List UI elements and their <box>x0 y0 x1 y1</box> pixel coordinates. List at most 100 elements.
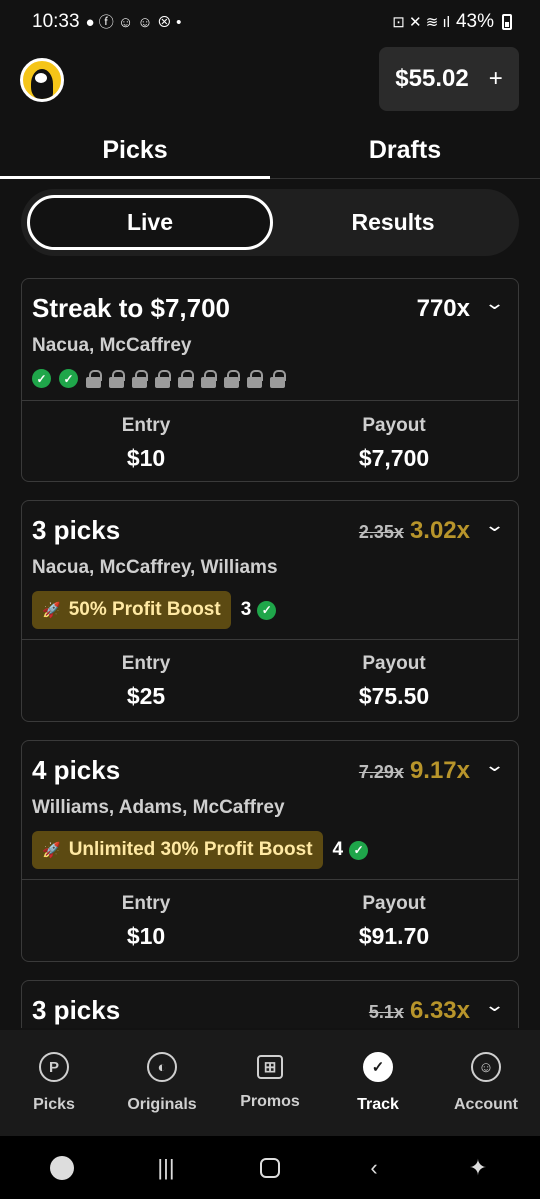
tab-drafts[interactable]: Drafts <box>270 126 540 178</box>
check-icon: ✓ <box>59 369 78 388</box>
home-button[interactable] <box>250 1157 290 1178</box>
segment-results[interactable]: Results <box>273 195 513 250</box>
entries-list[interactable]: Streak to $7,700 770x ⌄ Nacua, McCaffrey… <box>0 276 540 1028</box>
payout-label: Payout <box>362 415 426 436</box>
card-stats: Entry $25 Payout $75.50 <box>22 653 518 710</box>
entry-card[interactable]: Streak to $7,700 770x ⌄ Nacua, McCaffrey… <box>21 278 519 482</box>
multiplier-value: 770x <box>416 295 470 322</box>
recents-button[interactable]: ||| <box>146 1155 186 1181</box>
nav-account[interactable]: ☺ Account <box>432 1030 540 1136</box>
lock-icon <box>132 369 148 388</box>
boost-label: 50% Profit Boost <box>68 599 221 620</box>
boost-label: Unlimited 30% Profit Boost <box>68 839 313 860</box>
nav-promos[interactable]: ⊞ Promos <box>216 1030 324 1136</box>
nav-label: Promos <box>240 1093 300 1110</box>
payout-stat: Payout $7,700 <box>270 415 518 472</box>
logo-icon[interactable] <box>20 58 64 102</box>
p-icon: P <box>39 1052 69 1082</box>
entry-label: Entry <box>121 893 171 914</box>
tab-picks[interactable]: Picks <box>0 126 270 179</box>
payout-label: Payout <box>362 653 426 674</box>
live-results-toggle: Live Results <box>21 189 519 256</box>
chevron-down-icon[interactable]: ⌄ <box>484 995 505 1016</box>
card-title: 3 picks <box>32 995 121 1025</box>
app-header: $55.02 + <box>0 46 540 112</box>
signal-icons: ⊡ ✕ ≋ ıl <box>392 13 450 31</box>
entry-card[interactable]: 4 picks 7.29x 9.17x ⌄ Williams, Adams, M… <box>21 740 519 962</box>
gift-icon: ⊞ <box>257 1055 283 1079</box>
pick-count-value: 3 <box>240 599 252 620</box>
divider <box>22 400 518 401</box>
account-icon: ☺ <box>471 1052 501 1082</box>
check-icon: ✓ <box>363 1052 393 1082</box>
top-tabs: Picks Drafts <box>0 126 540 179</box>
lock-icon <box>155 369 171 388</box>
boosted-multiplier: 6.33x <box>409 997 470 1024</box>
multiplier: 2.35x 3.02x <box>359 517 470 545</box>
lock-icon <box>178 369 194 388</box>
card-players: Nacua, McCaffrey, Williams <box>32 557 278 578</box>
segment-live[interactable]: Live <box>27 195 273 250</box>
chevron-down-icon[interactable]: ⌄ <box>484 293 505 314</box>
nav-picks[interactable]: P Picks <box>0 1030 108 1136</box>
card-stats: Entry $10 Payout $91.70 <box>22 893 518 950</box>
plus-icon: + <box>488 65 503 92</box>
battery-icon <box>502 14 512 30</box>
payout-stat: Payout $91.70 <box>270 893 518 950</box>
back-button[interactable]: ‹ <box>354 1155 394 1181</box>
profit-boost-badge: 🚀 Unlimited 30% Profit Boost <box>32 831 323 869</box>
pick-count: 3 ✓ <box>241 599 277 621</box>
multiplier: 770x <box>417 295 470 323</box>
payout-label: Payout <box>362 893 426 914</box>
balance-amount: $55.02 <box>395 65 469 92</box>
nav-originals[interactable]: ◐ Originals <box>108 1030 216 1136</box>
entry-value: $10 <box>126 445 166 471</box>
card-players: Williams, Adams, McCaffrey <box>32 797 285 818</box>
multiplier: 7.29x 9.17x <box>359 757 470 785</box>
accessibility-button[interactable]: ✦ <box>458 1155 498 1181</box>
nav-label: Originals <box>127 1096 197 1113</box>
check-icon: ✓ <box>257 600 277 620</box>
rocket-icon: 🚀 <box>42 602 61 619</box>
card-title: 3 picks <box>32 515 121 545</box>
nav-label: Picks <box>33 1096 75 1113</box>
payout-value: $75.50 <box>358 683 430 709</box>
entry-label: Entry <box>121 653 171 674</box>
entry-label: Entry <box>121 415 171 436</box>
lock-icon <box>109 369 125 388</box>
payout-value: $7,700 <box>358 445 430 471</box>
nav-track[interactable]: ✓ Track <box>324 1030 432 1136</box>
pick-count-value: 4 <box>332 839 344 860</box>
old-multiplier: 2.35x <box>358 522 404 542</box>
game-launcher-button[interactable] <box>42 1155 82 1180</box>
chevron-down-icon[interactable]: ⌄ <box>484 515 505 536</box>
entry-card[interactable]: 3 picks 2.35x 3.02x ⌄ Nacua, McCaffrey, … <box>21 500 519 722</box>
chevron-down-icon[interactable]: ⌄ <box>484 755 505 776</box>
boost-row: 🚀 50% Profit Boost 3 ✓ <box>32 591 277 629</box>
multiplier: 5.1x 6.33x <box>369 997 470 1025</box>
lock-icon <box>86 369 102 388</box>
check-icon: ✓ <box>32 369 51 388</box>
entry-card[interactable]: 3 picks 5.1x 6.33x ⌄ <box>21 980 519 1028</box>
boosted-multiplier: 3.02x <box>409 517 470 544</box>
battery-percent: 43% <box>455 11 494 32</box>
nav-label: Track <box>357 1096 399 1113</box>
status-bar: 10:33 ● ⓕ ☺ ☺ ⊗ • ⊡ ✕ ≋ ıl 43% <box>0 0 540 44</box>
entry-value: $25 <box>126 683 166 709</box>
payout-value: $91.70 <box>358 923 430 949</box>
boost-row: 🚀 Unlimited 30% Profit Boost 4 ✓ <box>32 831 369 869</box>
originals-icon: ◐ <box>147 1052 177 1082</box>
card-players: Nacua, McCaffrey <box>32 335 192 356</box>
entry-stat: Entry $10 <box>22 415 270 472</box>
bottom-nav: P Picks ◐ Originals ⊞ Promos ✓ Track ☺ A… <box>0 1030 540 1136</box>
old-multiplier: 7.29x <box>358 762 404 782</box>
lock-icon <box>201 369 217 388</box>
divider <box>22 879 518 880</box>
lock-icon <box>224 369 240 388</box>
pick-progress: ✓ ✓ <box>32 369 286 388</box>
balance-button[interactable]: $55.02 + <box>379 47 519 111</box>
entry-value: $10 <box>126 923 166 949</box>
system-nav-bar: ||| ‹ ✦ <box>0 1136 540 1199</box>
rocket-icon: 🚀 <box>42 842 61 859</box>
lock-icon <box>270 369 286 388</box>
